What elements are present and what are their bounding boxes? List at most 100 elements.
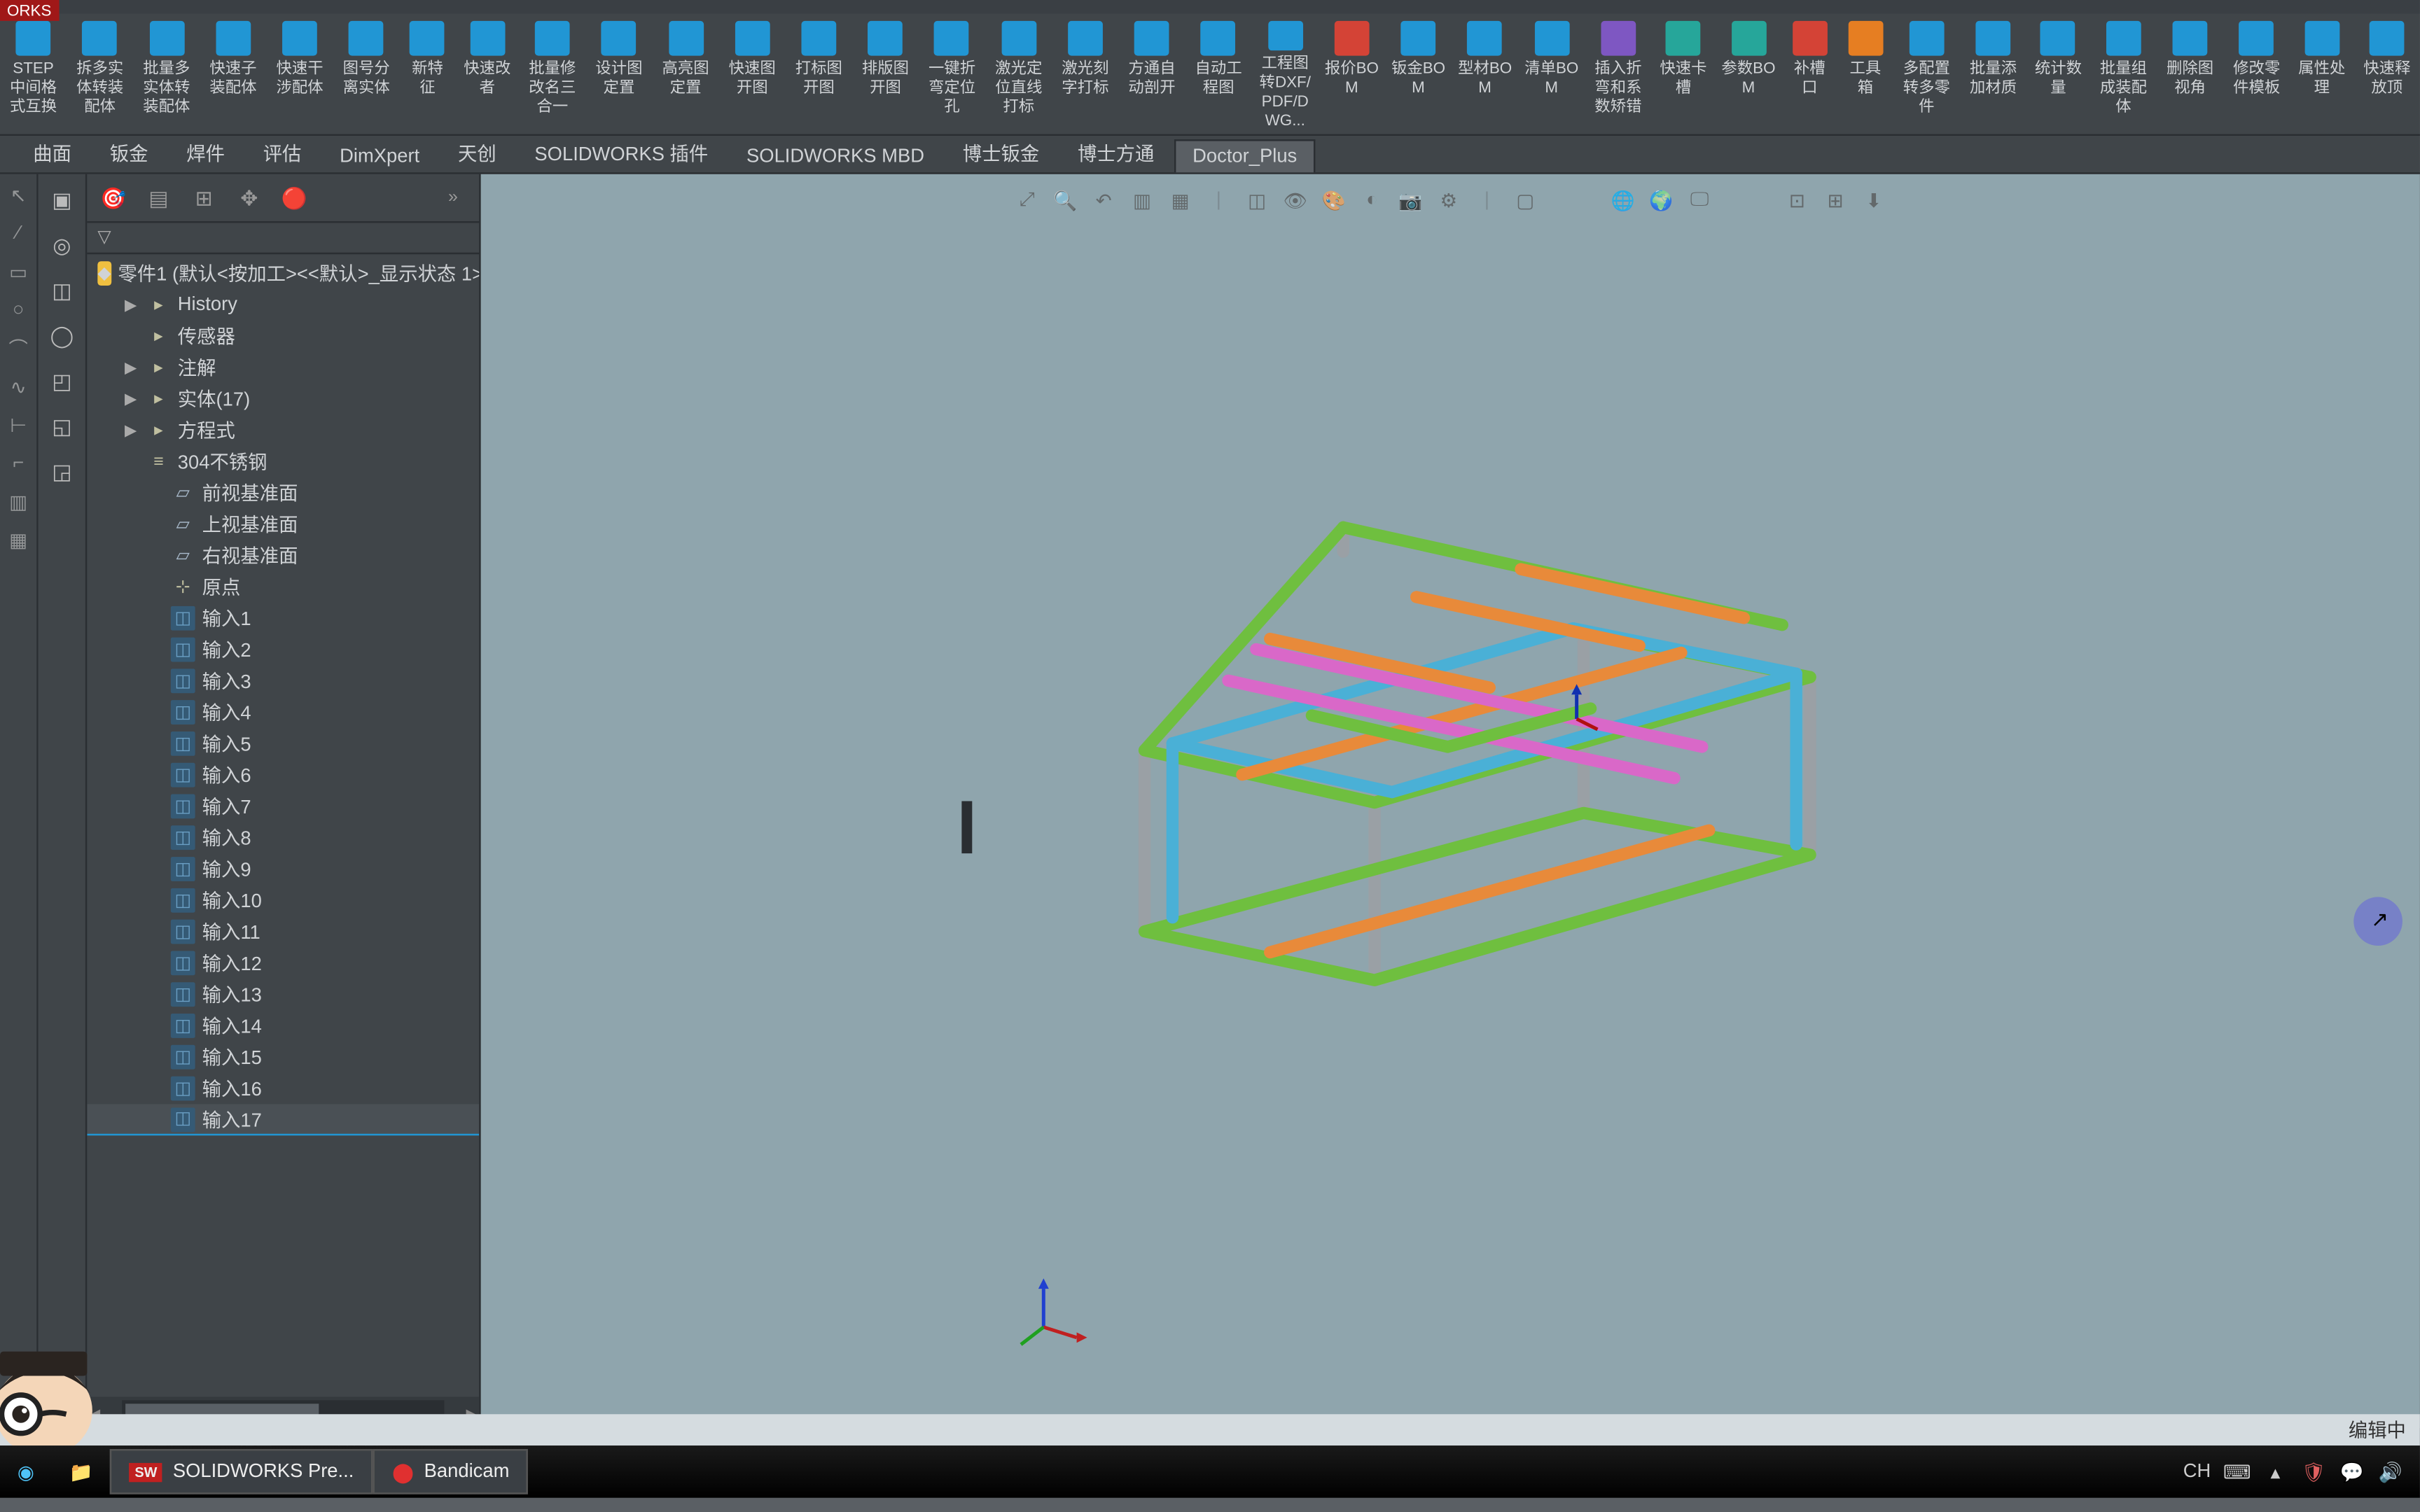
tray-up-icon[interactable]: ▴ [2263,1460,2288,1484]
tree-item-16[interactable]: ◫输入7 [87,791,479,822]
view-hide-icon[interactable]: 👁 [1279,185,1311,216]
tree-item-7[interactable]: ▱上视基准面 [87,508,479,540]
tree-item-25[interactable]: ◫输入16 [87,1073,479,1105]
ribbon-6[interactable]: 新特征 [400,14,456,134]
ribbon-15[interactable]: 激光定位直线打标 [985,14,1052,134]
tree-item-2[interactable]: ▶▸注解 [87,352,479,384]
taskbar-explorer-button[interactable]: 📁 [52,1449,111,1494]
tree-item-17[interactable]: ◫输入8 [87,822,479,853]
tool-spline-icon[interactable]: ∿ [4,372,32,400]
tab-博士钣金[interactable]: 博士钣金 [943,132,1058,172]
view-orient-icon[interactable]: ▦ [1164,185,1196,216]
view-settings-icon[interactable]: ⚙ [1433,185,1464,216]
taskbar-start-button[interactable]: ◉ [0,1449,52,1494]
tool-pattern-icon[interactable]: ▦ [4,526,32,554]
tool-line-icon[interactable]: ∕ [4,219,32,247]
tree-item-19[interactable]: ◫输入10 [87,885,479,916]
ribbon-33[interactable]: 删除图视角 [2157,14,2223,134]
ribbon-30[interactable]: 批量添加材质 [1960,14,2026,134]
tab-天创[interactable]: 天创 [439,132,515,172]
tool-arc-icon[interactable]: ⌒ [4,335,32,363]
tree-item-10[interactable]: ◫输入1 [87,603,479,634]
ribbon-28[interactable]: 工具箱 [1837,14,1893,134]
tree-item-14[interactable]: ◫输入5 [87,728,479,760]
view-zoom-window-icon[interactable]: 🔍 [1050,185,1081,216]
tree-item-11[interactable]: ◫输入2 [87,634,479,666]
taskbar-bandicam-button[interactable]: ⬤ Bandicam [373,1449,529,1494]
ribbon-23[interactable]: 清单BOM [1518,14,1585,134]
feat-revolve-icon[interactable]: ◎ [43,226,81,265]
tree-item-3[interactable]: ▶▸实体(17) [87,383,479,414]
feat-draft-icon[interactable]: ◲ [43,453,81,491]
tree-item-24[interactable]: ◫输入15 [87,1042,479,1073]
ribbon-1[interactable]: 拆多实体转装配体 [67,14,133,134]
ribbon-7[interactable]: 快速改者 [455,14,519,134]
tab-DimXpert[interactable]: DimXpert [321,139,439,172]
ribbon-2[interactable]: 批量多实体转装配体 [133,14,200,134]
tray-lang-label[interactable]: CH [2183,1461,2211,1482]
ribbon-35[interactable]: 属性处理 [2290,14,2353,134]
ribbon-16[interactable]: 激光刻字打标 [1052,14,1118,134]
tree-item-26[interactable]: ◫输入17 [87,1104,479,1135]
tool-fillet-icon[interactable]: ⌐ [4,449,32,477]
tree-item-6[interactable]: ▱前视基准面 [87,477,479,509]
3d-viewport[interactable]: ⤢ 🔍 ↶ ▥ ▦ | ◫ 👁 🎨 ◐ 📷 ⚙ | ▢ 🌐 🌍 🖵 ⊡ [481,174,2420,1428]
ribbon-13[interactable]: 排版图开图 [852,14,919,134]
ribbon-9[interactable]: 设计图定置 [585,14,652,134]
tray-vol-icon[interactable]: 🔊 [2378,1460,2402,1484]
ribbon-12[interactable]: 打标图开图 [786,14,852,134]
tab-SOLIDWORKS MBD[interactable]: SOLIDWORKS MBD [728,139,944,172]
tray-shield-icon[interactable]: 🛡 [2302,1460,2326,1484]
tree-item-21[interactable]: ◫输入12 [87,947,479,979]
tree-item-8[interactable]: ▱右视基准面 [87,540,479,571]
tree-expand-icon[interactable]: » [437,182,468,214]
tab-钣金[interactable]: 钣金 [90,132,167,172]
tray-chat-icon[interactable]: 💬 [2339,1460,2364,1484]
view-camera-icon[interactable]: 📷 [1395,185,1426,216]
feat-shell-icon[interactable]: ◰ [43,363,81,401]
ribbon-19[interactable]: 工程图转DXF/PDF/DWG... [1252,14,1319,134]
ribbon-18[interactable]: 自动工程图 [1185,14,1252,134]
view-section-icon[interactable]: ▥ [1126,185,1157,216]
view-extra2-icon[interactable]: ⊞ [1820,185,1851,216]
tree-item-9[interactable]: ⊹原点 [87,571,479,603]
feat-hole-icon[interactable]: ◯ [43,317,81,356]
ribbon-0[interactable]: STEP中间格式互换 [0,14,67,134]
filter-icon[interactable]: ▽ [97,228,111,247]
expand-icon[interactable]: ▶ [122,295,139,314]
tree-tab-config-icon[interactable]: ▤ [143,182,174,214]
view-prev-icon[interactable]: ↶ [1088,185,1120,216]
ribbon-25[interactable]: 快速卡槽 [1651,14,1715,134]
view-edit-appear-icon[interactable]: 🎨 [1318,185,1349,216]
ribbon-21[interactable]: 钣金BOM [1385,14,1452,134]
ribbon-36[interactable]: 快速释放顶 [2353,14,2420,134]
tree-item-13[interactable]: ◫输入4 [87,696,479,728]
view-display-icon[interactable]: ◫ [1242,185,1273,216]
ribbon-32[interactable]: 批量组成装配体 [2090,14,2157,134]
tree-item-18[interactable]: ◫输入9 [87,853,479,885]
tree-tab-move-icon[interactable]: ✥ [233,182,265,214]
ribbon-14[interactable]: 一键折弯定位孔 [919,14,985,134]
tab-Doctor_Plus[interactable]: Doctor_Plus [1174,139,1316,172]
tree-item-15[interactable]: ◫输入6 [87,760,479,791]
view-globe1-icon[interactable]: 🌐 [1607,185,1639,216]
view-globe2-icon[interactable]: 🌍 [1646,185,1677,216]
tree-item-4[interactable]: ▶▸方程式 [87,414,479,446]
expand-icon[interactable]: ▶ [122,358,139,377]
tree-root-part[interactable]: ◆ 零件1 (默认<按加工><<默认>_显示状态 1> [87,258,479,289]
ribbon-10[interactable]: 高亮图定置 [653,14,719,134]
view-scene-icon[interactable]: ◐ [1356,185,1388,216]
ribbon-11[interactable]: 快速图开图 [719,14,786,134]
ribbon-3[interactable]: 快速子装配体 [200,14,266,134]
tree-item-12[interactable]: ◫输入3 [87,665,479,696]
tree-item-1[interactable]: ▸传感器 [87,321,479,352]
tab-评估[interactable]: 评估 [244,132,320,172]
tray-keyboard-icon[interactable]: ⌨ [2225,1460,2249,1484]
tree-tab-appear-icon[interactable]: 🔴 [279,182,310,214]
ribbon-26[interactable]: 参数BOM [1715,14,1781,134]
ribbon-34[interactable]: 修改零件模板 [2223,14,2290,134]
tree-item-0[interactable]: ▶▸History [87,289,479,321]
feat-extrude-icon[interactable]: ▣ [43,181,81,220]
tree-item-23[interactable]: ◫输入14 [87,1010,479,1042]
ribbon-27[interactable]: 补槽口 [1782,14,1838,134]
